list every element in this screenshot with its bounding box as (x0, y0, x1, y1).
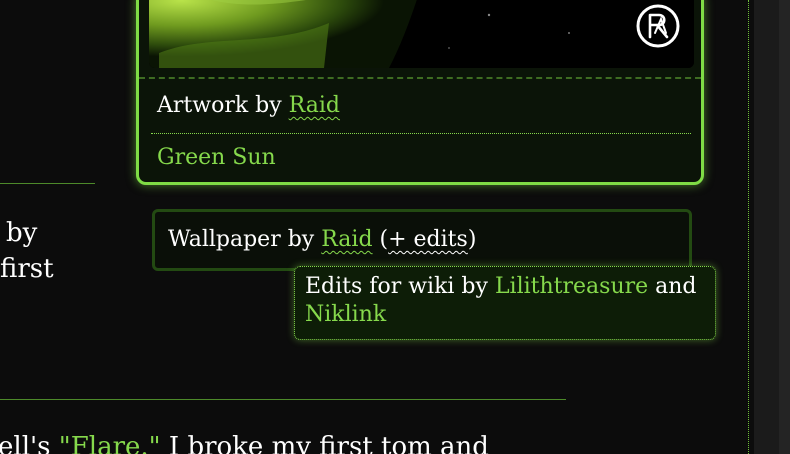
artwork-title: Green Sun (157, 145, 276, 170)
edits-tooltip-trigger[interactable]: + edits (388, 227, 468, 252)
page: Artwork by Raid Green Sun by first Wallp… (0, 0, 790, 454)
content-divider (748, 0, 749, 454)
edits-open-paren: ( (372, 227, 389, 252)
tooltip-prefix: Edits for wiki by (305, 274, 495, 299)
editor-link-lilithtreasure[interactable]: Lilithtreasure (495, 274, 648, 299)
artwork-artist-link[interactable]: Raid (289, 93, 340, 118)
artwork-card: Artwork by Raid Green Sun (136, 0, 704, 185)
wallpaper-credit-box: Wallpaper by Raid (+ edits) (152, 209, 692, 271)
edits-close-paren: ) (467, 227, 477, 252)
song-link-flare[interactable]: "Flare." (59, 432, 161, 454)
paragraph-fragment-first: first (0, 254, 54, 284)
card-divider-dashed (139, 77, 701, 79)
wallpaper-artist-link[interactable]: Raid (321, 227, 372, 252)
artwork-image[interactable] (149, 0, 694, 68)
tooltip-joiner: and (648, 274, 697, 299)
artwork-image-graphic (149, 0, 694, 68)
raid-signature-logo-icon (636, 4, 680, 48)
editor-link-niklink[interactable]: Niklink (305, 302, 386, 327)
paragraph-text: ell's "Flare." I broke my first tom and (0, 432, 489, 454)
paragraph-after: I broke my first tom and (160, 432, 489, 454)
wallpaper-credit-prefix: Wallpaper by (168, 227, 322, 252)
artwork-credit-prefix: Artwork by (157, 93, 289, 118)
paragraph-before: ell's (0, 432, 59, 454)
card-divider-dotted (151, 133, 691, 134)
artwork-credit: Artwork by Raid (157, 93, 340, 118)
section-divider (0, 399, 566, 400)
section-divider-left (0, 183, 95, 184)
scrollbar-track[interactable] (779, 0, 790, 454)
paragraph-fragment-by: by (6, 218, 38, 248)
wallpaper-credit: Wallpaper by Raid (+ edits) (168, 227, 476, 252)
edits-tooltip: Edits for wiki by Lilithtreasure and Nik… (294, 266, 716, 340)
